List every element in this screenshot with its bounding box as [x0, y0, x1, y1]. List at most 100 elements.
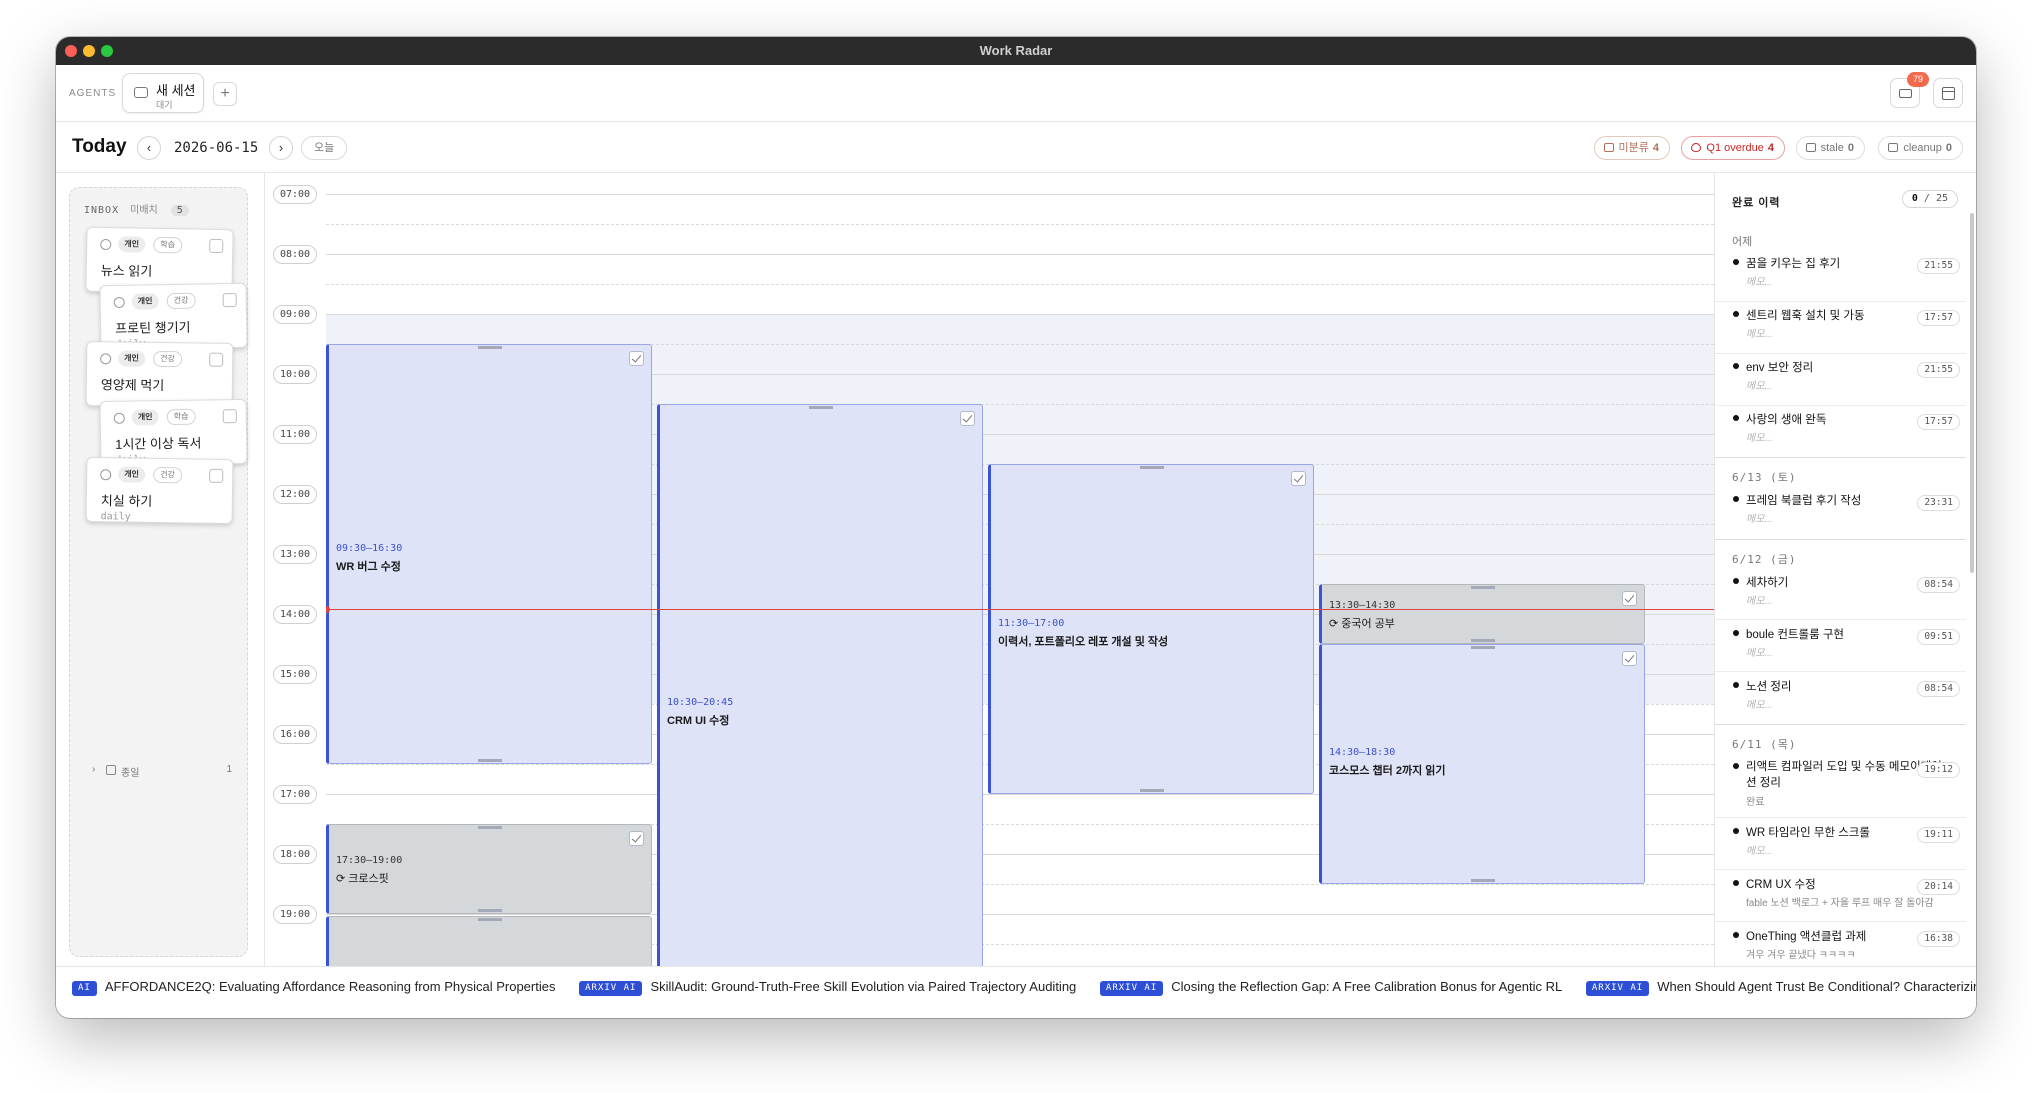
bullet [1733, 880, 1739, 886]
resize-handle[interactable] [1471, 586, 1495, 589]
resize-handle[interactable] [1471, 879, 1495, 882]
timeline-grid[interactable]: 09:30–16:30 WR 버그 수정 10:30–20:45 CRM UI … [326, 173, 1714, 966]
completed-item-memo[interactable]: 메모... [1746, 842, 1773, 857]
resize-handle[interactable] [478, 346, 502, 349]
notifications-button[interactable]: 79 [1890, 72, 1929, 108]
total-count: / 25 [1923, 193, 1948, 204]
ticker-item[interactable]: AI AFFORDANCE2Q: Evaluating Affordance Re… [72, 979, 555, 996]
hour-label: 11:00 [273, 425, 317, 444]
trash-icon [1888, 143, 1899, 152]
inbox-card[interactable]: 개인 건강 프로틴 챙기기 daily [99, 282, 248, 351]
repeat-icon [100, 469, 112, 481]
completed-item-time: 16:38 [1917, 931, 1960, 947]
date-toolbar: Today ‹ 2026-06-15 › 오늘 미분류 4 Q1 overdue 4… [56, 123, 1976, 173]
ticker-item[interactable]: ARXIV AI Closing the Reflection Gap: A Fr… [1099, 979, 1562, 996]
overdue-filter-chip[interactable]: Q1 overdue 4 [1681, 136, 1785, 160]
inbox-tray-icon [1899, 89, 1912, 98]
completed-item-memo[interactable]: fable 노션 백로그 + 자율 루프 매우 잘 돌아감 [1746, 894, 1934, 909]
stale-filter-chip[interactable]: stale 0 [1795, 136, 1865, 160]
complete-checkbox[interactable] [629, 351, 644, 366]
completed-item-time: 20:14 [1917, 879, 1960, 895]
completed-item-memo[interactable]: 메모... [1746, 510, 1773, 525]
complete-checkbox[interactable] [1622, 591, 1637, 606]
event-block[interactable]: 09:30–16:30 WR 버그 수정 [326, 344, 652, 764]
event-block[interactable]: 11:30–17:00 이력서, 포트폴리오 레포 개설 및 작성 [988, 464, 1314, 794]
event-block[interactable]: 14:30–18:30 코스모스 챕터 2까지 읽기 [1319, 644, 1645, 884]
event-block[interactable] [326, 916, 652, 966]
inbox-card[interactable]: 개인 학습 1시간 이상 독서 daily [99, 398, 248, 467]
today-button[interactable]: 오늘 [301, 136, 348, 160]
hour-label: 12:00 [273, 485, 317, 504]
event-block[interactable]: 13:30–14:30 ⟳ 중국어 공부 [1319, 584, 1645, 644]
inbox-card[interactable]: 개인 건강 영양제 먹기 [85, 341, 234, 408]
add-session-button[interactable]: + [213, 82, 237, 106]
hour-label: 15:00 [273, 665, 317, 684]
completed-item-memo[interactable]: 메모... [1746, 696, 1773, 711]
complete-checkbox[interactable] [1291, 471, 1306, 486]
complete-checkbox[interactable] [960, 411, 975, 426]
resize-handle[interactable] [478, 826, 502, 829]
session-title: 새 세션 [156, 83, 196, 98]
flame-icon [1691, 143, 1702, 152]
unclassified-filter-chip[interactable]: 미분류 4 [1593, 136, 1670, 160]
complete-checkbox[interactable] [629, 831, 644, 846]
completed-item-memo[interactable]: 메모... [1746, 325, 1773, 340]
item-divider [1715, 353, 1966, 354]
completed-item-memo[interactable]: 메모... [1746, 644, 1773, 659]
resize-handle[interactable] [809, 406, 833, 409]
resize-handle[interactable] [1140, 789, 1164, 792]
scrollbar[interactable] [1970, 213, 1974, 573]
ticker-item[interactable]: ARXIV AI When Should Agent Trust Be Condi… [1585, 979, 1976, 996]
resize-handle[interactable] [1140, 466, 1164, 469]
complete-checkbox[interactable] [209, 352, 224, 367]
resize-handle[interactable] [478, 759, 502, 762]
prev-day-button[interactable]: ‹ [137, 136, 161, 160]
source-badge: AI [72, 981, 97, 996]
event-block[interactable]: 10:30–20:45 CRM UI 수정 [657, 404, 983, 966]
cleanup-filter-chip[interactable]: cleanup 0 [1878, 136, 1963, 160]
complete-checkbox[interactable] [209, 238, 224, 254]
complete-checkbox[interactable] [222, 409, 237, 424]
item-divider [1715, 301, 1966, 302]
category-tag: 개인 [118, 466, 146, 483]
resize-handle[interactable] [478, 909, 502, 912]
completed-item-memo[interactable]: 메모... [1746, 429, 1773, 444]
repeat-icon [113, 412, 125, 424]
completion-history-panel: 완료 이력 0 / 25 어제 꿈을 키우는 집 후기 메모... 21:55 … [1715, 173, 1976, 966]
group-divider [1715, 724, 1966, 725]
completed-item-memo[interactable]: 완료 [1746, 793, 1764, 808]
calendar-button[interactable] [1933, 78, 1963, 108]
inbox-subtitle: 미배치 [130, 205, 158, 216]
completed-item-memo[interactable]: 겨우 겨우 끝냈다 ㅋㅋㅋㅋ [1746, 946, 1856, 961]
event-block[interactable]: 17:30–19:00 ⟳ 크로스핏 [326, 824, 652, 914]
completed-item-time: 09:51 [1917, 629, 1960, 645]
complete-checkbox[interactable] [222, 292, 237, 308]
news-ticker: AI AFFORDANCE2Q: Evaluating Affordance Re… [56, 966, 1976, 1018]
event-time: 11:30–17:00 [998, 618, 1065, 629]
resize-handle[interactable] [1471, 646, 1495, 649]
group-label: 6/12 (금) [1732, 553, 1797, 566]
session-status: 대기 [156, 100, 173, 110]
next-day-button[interactable]: › [269, 136, 293, 160]
repeat-icon [113, 296, 125, 309]
hour-gridline [326, 194, 1714, 195]
completed-item-memo[interactable]: 메모... [1746, 273, 1773, 288]
card-title: 치실 하기 [100, 493, 153, 509]
completed-item-memo[interactable]: 메모... [1746, 377, 1773, 392]
repeat-icon [100, 353, 112, 365]
category-tag: 개인 [118, 350, 146, 367]
completed-item-memo[interactable]: 메모... [1746, 592, 1773, 607]
inbox-card[interactable]: 개인 건강 치실 하기 daily [85, 456, 234, 525]
card-title: 뉴스 읽기 [100, 262, 153, 279]
complete-checkbox[interactable] [1622, 651, 1637, 666]
item-divider [1715, 671, 1966, 672]
complete-checkbox[interactable] [209, 468, 224, 483]
hour-label: 10:00 [273, 365, 317, 384]
session-tab[interactable]: 새 세션 대기 [122, 73, 204, 113]
resize-handle[interactable] [1471, 639, 1495, 642]
source-badge: ARXIV AI [579, 981, 643, 996]
bullet [1733, 496, 1739, 502]
ticker-item[interactable]: ARXIV AI SkillAudit: Ground-Truth-Free Sk… [579, 979, 1076, 996]
resize-handle[interactable] [478, 918, 502, 921]
chip-label: Q1 overdue [1706, 142, 1764, 154]
